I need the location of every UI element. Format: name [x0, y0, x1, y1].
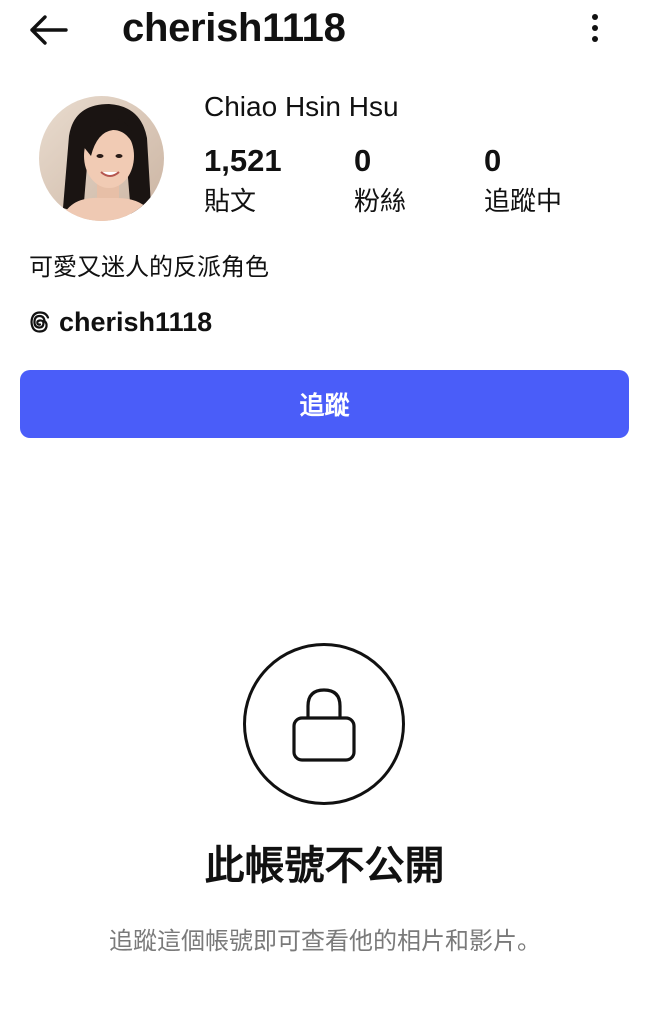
- private-account-description: 追蹤這個帳號即可查看他的相片和影片。: [109, 927, 541, 955]
- page-title: cherish1118: [122, 6, 346, 50]
- following-label: 追蹤中: [484, 187, 563, 217]
- profile-page: cherish1118 Chiao Hsin Hsu 1,521 貼文 0 粉絲…: [0, 0, 649, 1024]
- more-options-button[interactable]: [580, 8, 610, 48]
- following-stat[interactable]: 0 追蹤中: [484, 142, 562, 220]
- arrow-left-icon: [30, 15, 68, 45]
- posts-label: 貼文: [204, 187, 257, 217]
- profile-photo: [39, 96, 164, 221]
- posts-stat: 1,521 貼文: [204, 142, 282, 220]
- display-name: Chiao Hsin Hsu: [204, 91, 399, 122]
- follow-button[interactable]: 追蹤: [20, 370, 629, 438]
- back-button[interactable]: [26, 12, 70, 48]
- lock-circle: [243, 643, 405, 805]
- followers-count: 0: [354, 143, 372, 178]
- followers-label: 粉絲: [354, 187, 407, 217]
- followers-stat[interactable]: 0 粉絲: [354, 142, 406, 220]
- threads-handle: cherish1118: [59, 306, 213, 337]
- bio-text: 可愛又迷人的反派角色: [29, 253, 269, 281]
- private-account-title: 此帳號不公開: [204, 843, 445, 889]
- posts-count: 1,521: [204, 143, 282, 178]
- more-vertical-icon: [592, 14, 598, 42]
- following-count: 0: [484, 143, 502, 178]
- lock-icon: [292, 688, 356, 762]
- threads-icon: [30, 311, 50, 333]
- avatar[interactable]: [39, 96, 164, 221]
- threads-link[interactable]: cherish1118: [29, 304, 212, 340]
